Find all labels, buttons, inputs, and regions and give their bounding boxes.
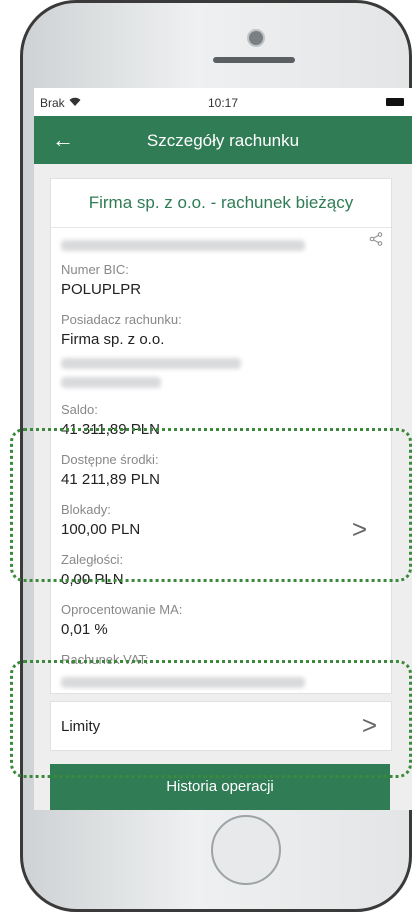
bic-field: Numer BIC: POLUPLPR — [61, 262, 381, 298]
owner-value: Firma sp. z o.o. — [61, 331, 165, 348]
status-time: 10:17 — [207, 96, 239, 110]
owner-address-redacted-1 — [61, 358, 241, 369]
interest-value: 0,01 % — [61, 621, 108, 638]
account-number-redacted — [61, 240, 305, 251]
home-button[interactable] — [211, 815, 281, 885]
highlight-frame-limits — [10, 660, 412, 778]
battery-icon — [386, 98, 404, 106]
speaker-grille — [213, 57, 295, 63]
page-title: Szczegóły rachunku — [146, 131, 300, 150]
share-icon[interactable] — [369, 232, 383, 249]
app-header: ← Szczegóły rachunku — [34, 116, 412, 164]
bic-value: POLUPLPR — [61, 281, 142, 298]
interest-field: Oprocentowanie MA: 0,01 % — [61, 602, 381, 638]
owner-field: Posiadacz rachunku: Firma sp. z o.o. — [61, 312, 381, 388]
account-name: Firma sp. z o.o. - rachunek bieżący — [51, 179, 391, 228]
iban-row — [51, 228, 391, 260]
owner-address-redacted-2 — [61, 377, 161, 388]
status-bar: Brak 10:17 — [34, 88, 412, 116]
camera-dot — [247, 29, 265, 47]
highlight-frame-balances — [10, 428, 412, 582]
